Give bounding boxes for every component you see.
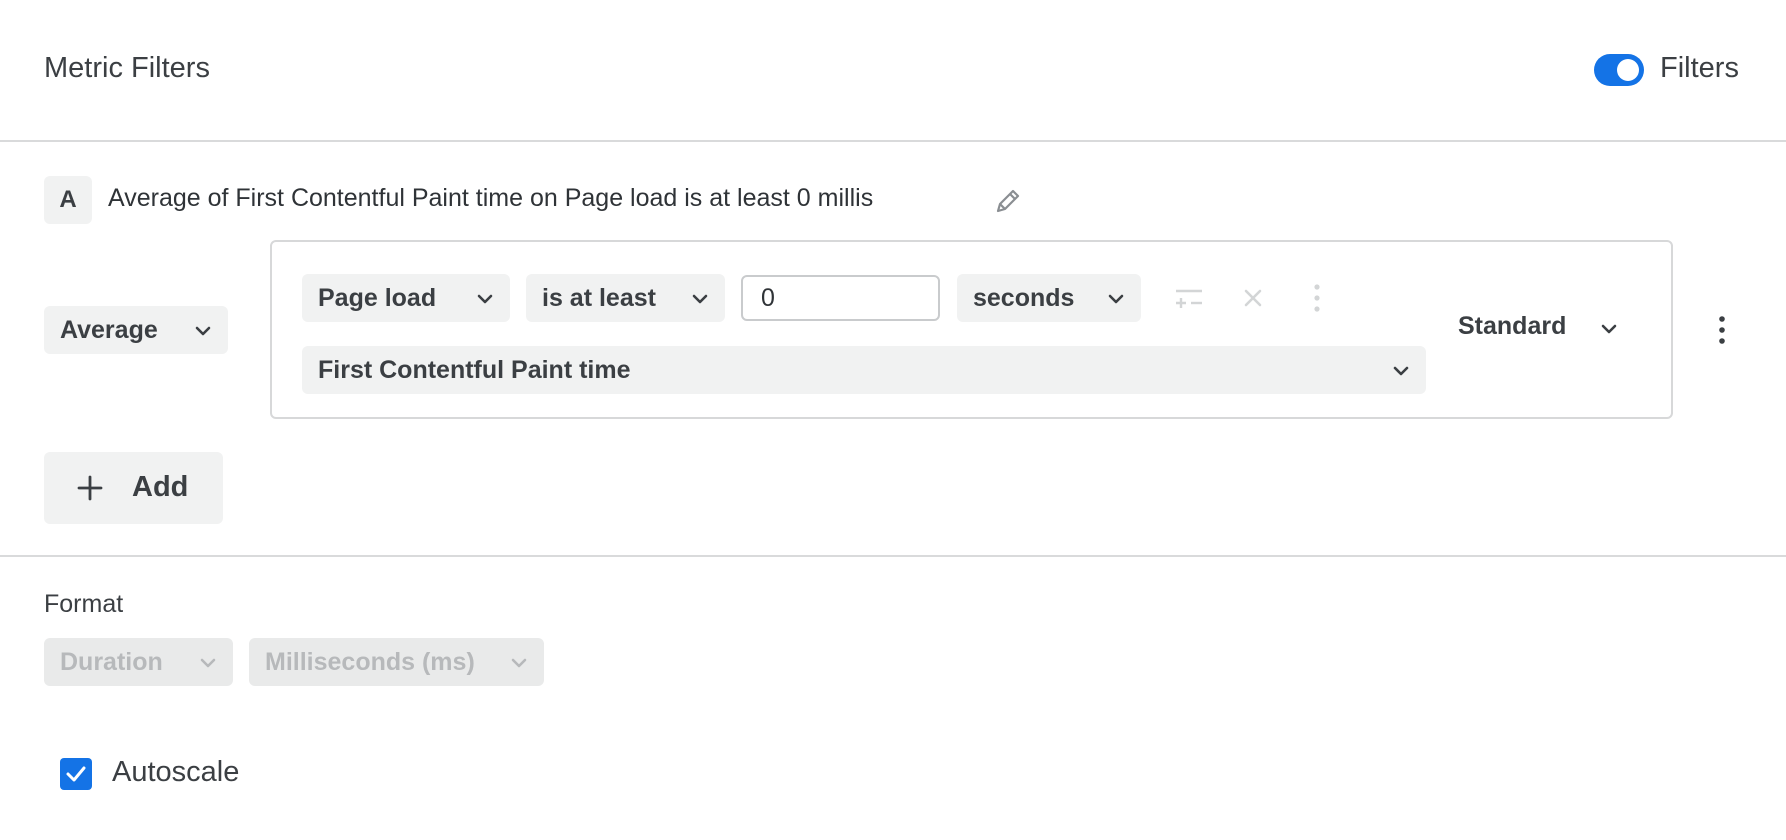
unit-dropdown[interactable]: seconds	[957, 274, 1141, 322]
autoscale-checkbox[interactable]	[60, 758, 92, 790]
filters-toggle[interactable]	[1594, 54, 1644, 86]
event-value: Page load	[318, 283, 437, 312]
format-type-dropdown[interactable]: Duration	[44, 638, 233, 686]
add-button[interactable]: Add	[44, 452, 223, 524]
format-type-value: Duration	[60, 647, 163, 676]
add-button-label: Add	[132, 471, 189, 503]
chevron-down-icon	[195, 326, 211, 336]
format-unit-dropdown[interactable]: Milliseconds (ms)	[249, 638, 544, 686]
operator-value: is at least	[542, 283, 656, 312]
section-divider	[0, 555, 1786, 557]
checkmark-icon	[66, 766, 86, 782]
chevron-down-icon	[200, 658, 216, 668]
format-unit-value: Milliseconds (ms)	[265, 647, 475, 676]
add-condition-icon[interactable]	[1173, 282, 1205, 314]
metric-summary: Average of First Contentful Paint time o…	[108, 184, 874, 212]
chevron-down-icon	[1601, 324, 1617, 334]
metric-badge: A	[44, 176, 92, 224]
mode-dropdown[interactable]: Standard	[1458, 312, 1617, 341]
chevron-down-icon	[692, 294, 708, 304]
mode-value: Standard	[1458, 312, 1567, 340]
autoscale-label: Autoscale	[112, 756, 240, 788]
chevron-down-icon	[511, 658, 527, 668]
pencil-icon[interactable]	[992, 185, 1024, 217]
metric-dropdown[interactable]: First Contentful Paint time	[302, 346, 1426, 394]
more-vertical-icon[interactable]	[1706, 314, 1738, 346]
chevron-down-icon	[1108, 294, 1124, 304]
chevron-down-icon	[477, 294, 493, 304]
toggle-knob	[1617, 59, 1639, 81]
aggregation-value: Average	[60, 315, 158, 344]
filters-toggle-label: Filters	[1660, 52, 1739, 84]
operator-dropdown[interactable]: is at least	[526, 274, 725, 322]
chevron-down-icon	[1393, 366, 1409, 376]
metric-value: First Contentful Paint time	[318, 355, 631, 384]
close-icon[interactable]	[1237, 282, 1269, 314]
aggregation-dropdown[interactable]: Average	[44, 306, 228, 354]
event-dropdown[interactable]: Page load	[302, 274, 510, 322]
metric-filters-header: Metric Filters Filters	[0, 0, 1786, 142]
page-title: Metric Filters	[44, 52, 210, 84]
more-vertical-icon[interactable]	[1301, 282, 1333, 314]
unit-value: seconds	[973, 283, 1075, 312]
plus-icon	[77, 475, 103, 501]
threshold-input[interactable]	[741, 275, 940, 321]
format-label: Format	[44, 590, 124, 618]
